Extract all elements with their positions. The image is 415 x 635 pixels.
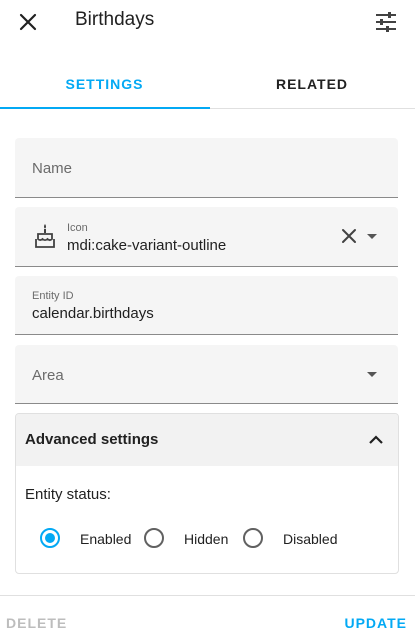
tune-icon [376,12,396,32]
dialog-footer: DELETE UPDATE [0,595,415,635]
name-field[interactable]: Name [15,138,398,198]
radio-enabled[interactable] [40,528,60,548]
radio-disabled-label[interactable]: Disabled [283,531,337,547]
area-dropdown-caret-icon[interactable] [367,372,377,377]
icon-dropdown-caret-icon[interactable] [367,234,377,239]
update-button[interactable]: UPDATE [344,615,407,631]
entity-settings-button[interactable] [370,6,402,38]
clear-icon[interactable] [340,227,358,245]
active-tab-indicator [0,107,210,109]
radio-hidden-label[interactable]: Hidden [184,531,228,547]
area-placeholder: Area [32,367,64,384]
close-button[interactable] [14,8,42,36]
icon-field-value: mdi:cake-variant-outline [67,237,227,254]
radio-enabled-label[interactable]: Enabled [80,531,131,547]
entity-id-field[interactable]: Entity ID calendar.birthdays [15,276,398,335]
tab-settings[interactable]: SETTINGS [0,60,209,108]
advanced-settings-title: Advanced settings [25,431,159,448]
chevron-up-icon [369,435,383,444]
dialog-title: Birthdays [75,9,155,30]
cake-variant-outline-icon [35,224,55,248]
dialog-header: Birthdays [0,0,415,44]
entity-id-value: calendar.birthdays [32,305,154,322]
radio-disabled[interactable] [243,528,263,548]
icon-field-label: Icon [67,222,88,234]
close-icon [19,13,37,31]
entity-id-label: Entity ID [32,290,74,302]
area-field[interactable]: Area [15,345,398,404]
tab-bar: SETTINGS RELATED [0,60,415,109]
delete-button[interactable]: DELETE [6,615,67,631]
radio-hidden[interactable] [144,528,164,548]
advanced-settings-panel: Advanced settings Entity status: Enabled… [15,413,399,574]
name-placeholder: Name [32,160,73,177]
icon-field[interactable]: Icon mdi:cake-variant-outline [15,207,398,267]
entity-status-label: Entity status: [25,486,111,503]
tab-related[interactable]: RELATED [209,60,415,108]
advanced-settings-toggle[interactable]: Advanced settings [16,414,398,466]
